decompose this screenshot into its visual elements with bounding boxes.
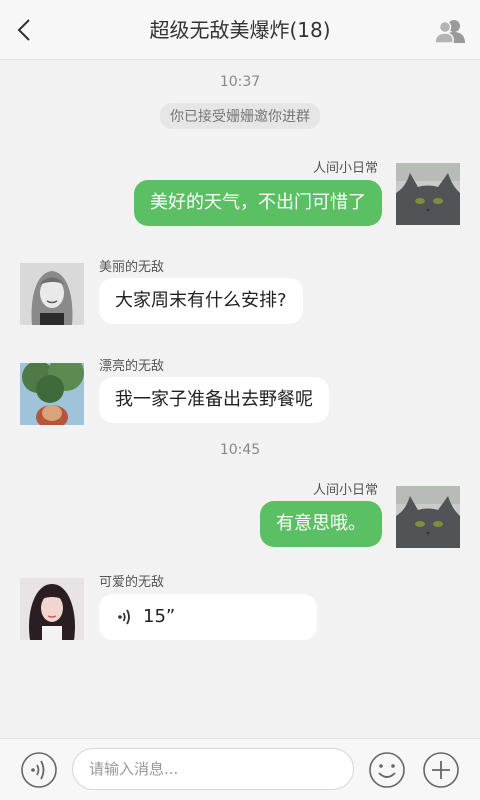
- emoji-icon: [369, 752, 405, 788]
- sender-name: 人间小日常: [312, 483, 378, 498]
- gray-cat-avatar: [396, 486, 460, 548]
- group-members-icon: [434, 20, 465, 44]
- group-members-button[interactable]: [434, 18, 466, 44]
- system-notice: 你已接受姗姗邀你进群: [160, 103, 320, 129]
- gray-cat-avatar: [396, 163, 460, 225]
- voice-input-icon: [21, 752, 57, 788]
- emoji-button[interactable]: [368, 751, 406, 789]
- avatar[interactable]: [20, 578, 84, 640]
- avatar[interactable]: [396, 163, 460, 225]
- sender-name: 漂亮的无敌: [99, 359, 165, 374]
- incoming-message-bubble[interactable]: 大家周末有什么安排?: [99, 278, 303, 324]
- tree-sky-avatar: [20, 363, 84, 425]
- incoming-message-bubble[interactable]: 我一家子准备出去野餐呢: [99, 377, 329, 423]
- message-input[interactable]: [72, 748, 354, 790]
- outgoing-message-bubble[interactable]: 美好的天气，不出门可惜了: [134, 180, 382, 226]
- avatar[interactable]: [20, 363, 84, 425]
- more-options-button[interactable]: [422, 751, 460, 789]
- timestamp: 10:37: [219, 74, 261, 90]
- chat-title: 超级无敌美爆炸(18): [149, 18, 331, 42]
- avatar[interactable]: [396, 486, 460, 548]
- avatar[interactable]: [20, 263, 84, 325]
- sender-name: 可爱的无敌: [99, 575, 165, 590]
- back-button[interactable]: [10, 14, 40, 46]
- voice-input-button[interactable]: [20, 751, 58, 789]
- plus-icon: [423, 752, 459, 788]
- voice-message-bubble[interactable]: 15”: [99, 594, 317, 640]
- input-bar: [0, 738, 480, 800]
- girl-portrait-avatar: [20, 578, 84, 640]
- chevron-left-icon: [17, 19, 30, 41]
- sender-name: 人间小日常: [312, 161, 378, 176]
- voice-duration: 15”: [143, 606, 176, 627]
- timestamp: 10:45: [219, 442, 261, 458]
- woman-portrait-avatar: [20, 263, 84, 325]
- outgoing-message-bubble[interactable]: 有意思哦。: [260, 501, 382, 547]
- chat-header: 超级无敌美爆炸(18): [0, 0, 480, 60]
- sender-name: 美丽的无敌: [99, 260, 165, 275]
- voice-wave-icon: [118, 609, 130, 625]
